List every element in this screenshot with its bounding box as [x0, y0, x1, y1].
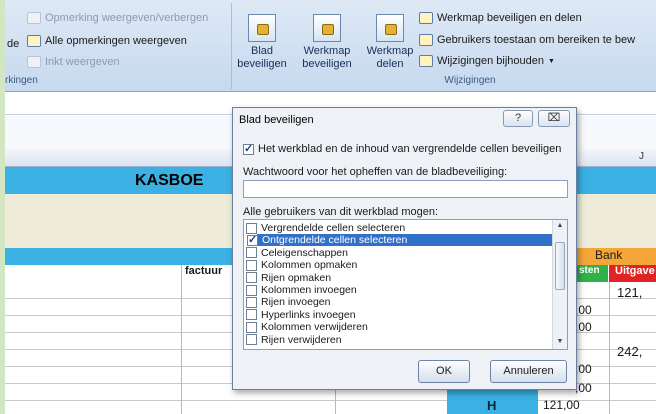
permission-label: Rijen verwijderen: [261, 333, 342, 346]
comment-icon: [27, 12, 41, 24]
permission-checkbox[interactable]: [247, 233, 258, 246]
protect-and-share-button[interactable]: Werkmap beveiligen en delen: [419, 12, 582, 24]
comments-icon: [27, 35, 41, 47]
uitgaven-value-1: 121,: [617, 285, 643, 300]
permission-checkbox[interactable]: [246, 247, 257, 259]
show-all-comments-label: Alle opmerkingen weergeven: [45, 35, 187, 47]
protect-and-share-label: Werkmap beveiligen en delen: [437, 12, 582, 24]
show-hide-comment-label: Opmerking weergeven/verbergen: [45, 12, 209, 24]
allow-ranges-label: Gebruikers toestaan om bereiken te bew: [437, 34, 636, 46]
permission-label: Hyperlinks invoegen: [261, 308, 356, 321]
bank-value-1: ,00: [575, 303, 592, 317]
password-label: Wachtwoord voor het opheffen van de blad…: [243, 166, 508, 178]
protect-sheet-button[interactable]: Blad beveiligen: [235, 14, 289, 71]
permission-label: Ontgrendelde cellen selecteren: [262, 234, 408, 247]
track-changes-label: Wijzigingen bijhouden: [437, 55, 545, 67]
permission-label: Rijen opmaken: [261, 271, 332, 284]
permission-item[interactable]: Celeigenschappen: [246, 247, 351, 259]
ribbon-separator: [231, 3, 232, 89]
protect-sheet-dialog: Blad beveiligen ? ⌧ Het werkblad en de i…: [232, 107, 577, 390]
show-all-comments-button[interactable]: Alle opmerkingen weergeven: [27, 35, 187, 47]
permission-label: Rijen invoegen: [261, 296, 331, 309]
scroll-down-icon[interactable]: ▼: [553, 336, 567, 348]
permission-item[interactable]: Ontgrendelde cellen selecteren: [247, 233, 552, 247]
protect-contents-checkbox[interactable]: [243, 142, 254, 155]
protect-workbook-label: Werkmap beveiligen: [302, 45, 352, 70]
permission-checkbox[interactable]: [246, 222, 257, 234]
close-button[interactable]: ⌧: [538, 110, 570, 127]
permission-checkbox[interactable]: [246, 334, 257, 346]
permission-item[interactable]: Rijen invoegen: [246, 296, 333, 308]
show-ink-button[interactable]: Inkt weergeven: [27, 56, 120, 68]
ribbon: de Opmerking weergeven/verbergen Alle op…: [5, 0, 656, 92]
chevron-down-icon: ▼: [548, 57, 555, 65]
share-workbook-button[interactable]: Werkmap delen: [365, 14, 415, 71]
lock-sheet-icon: [248, 14, 276, 42]
bank-value-2: ,00: [575, 320, 592, 334]
cancel-button[interactable]: Annuleren: [490, 360, 567, 383]
bank-value-5: 121,00: [543, 398, 580, 412]
uitgaven-value-2: 242,: [617, 344, 643, 359]
ink-icon: [27, 56, 41, 68]
permission-checkbox[interactable]: [246, 309, 257, 321]
protect-share-icon: [419, 12, 433, 24]
help-button[interactable]: ?: [503, 110, 533, 127]
permission-label: Kolommen invoegen: [261, 284, 357, 296]
password-input[interactable]: [243, 180, 568, 198]
permission-checkbox[interactable]: [246, 321, 257, 333]
permission-item[interactable]: Rijen verwijderen: [246, 334, 345, 346]
permissions-list-label: Alle gebruikers van dit werkblad mogen:: [243, 206, 439, 218]
list-scrollbar[interactable]: ▲ ▼: [552, 220, 567, 349]
comments-group-label: rkingen: [5, 75, 38, 86]
permission-item[interactable]: Vergrendelde cellen selecteren: [246, 222, 408, 234]
permission-checkbox[interactable]: [246, 259, 257, 271]
sheet-title: KASBOE: [135, 172, 204, 189]
bank-value-4: ,00: [575, 381, 592, 395]
ok-button[interactable]: OK: [418, 360, 470, 383]
track-changes-button[interactable]: Wijzigingen bijhouden ▼: [419, 55, 555, 67]
ontvangsten-header: sten: [577, 265, 608, 282]
share-icon: [376, 14, 404, 42]
share-workbook-label: Werkmap delen: [366, 45, 414, 70]
show-ink-label: Inkt weergeven: [45, 56, 120, 68]
ribbon-cut-label: de: [7, 38, 20, 50]
uitgaven-header: Uitgave: [609, 265, 656, 282]
bank-header: Bank: [565, 248, 656, 265]
lock-workbook-icon: [313, 14, 341, 42]
track-changes-icon: [419, 55, 433, 67]
permission-item[interactable]: Hyperlinks invoegen: [246, 309, 359, 321]
allow-ranges-button[interactable]: Gebruikers toestaan om bereiken te bew: [419, 34, 635, 46]
permission-item[interactable]: Kolommen verwijderen: [246, 321, 371, 333]
column-j-header: J: [639, 151, 644, 162]
grid-line: [181, 265, 182, 414]
permission-label: Kolommen verwijderen: [261, 321, 368, 334]
permission-item[interactable]: Rijen opmaken: [246, 272, 334, 284]
permissions-list[interactable]: Vergrendelde cellen selecterenOntgrendel…: [243, 219, 568, 350]
protect-workbook-button[interactable]: Werkmap beveiligen: [291, 14, 363, 71]
protect-contents-option[interactable]: Het werkblad en de inhoud van vergrendel…: [243, 142, 562, 155]
protect-sheet-label: Blad beveiligen: [237, 45, 287, 70]
excel-window: de Opmerking weergeven/verbergen Alle op…: [5, 0, 656, 414]
protect-contents-label: Het werkblad en de inhoud van vergrendel…: [258, 143, 562, 155]
permission-checkbox[interactable]: [246, 296, 257, 308]
permission-label: Vergrendelde cellen selecteren: [261, 222, 406, 234]
scroll-thumb[interactable]: [555, 242, 565, 290]
permission-label: Celeigenschappen: [261, 246, 348, 259]
allow-ranges-icon: [419, 34, 433, 46]
dialog-title: Blad beveiligen: [239, 114, 314, 126]
permission-label: Kolommen opmaken: [261, 259, 358, 272]
changes-group-label: Wijzigingen: [444, 75, 496, 86]
grid-line: [609, 282, 610, 414]
permission-item[interactable]: Kolommen opmaken: [246, 259, 360, 271]
scroll-up-icon[interactable]: ▲: [553, 220, 567, 232]
permission-checkbox[interactable]: [246, 284, 257, 296]
show-hide-comment-button[interactable]: Opmerking weergeven/verbergen: [27, 12, 208, 24]
permission-item[interactable]: Kolommen invoegen: [246, 284, 360, 296]
letter-h-cell: H: [487, 398, 497, 413]
bank-value-3: ,00: [575, 362, 592, 376]
permission-checkbox[interactable]: [246, 272, 257, 284]
